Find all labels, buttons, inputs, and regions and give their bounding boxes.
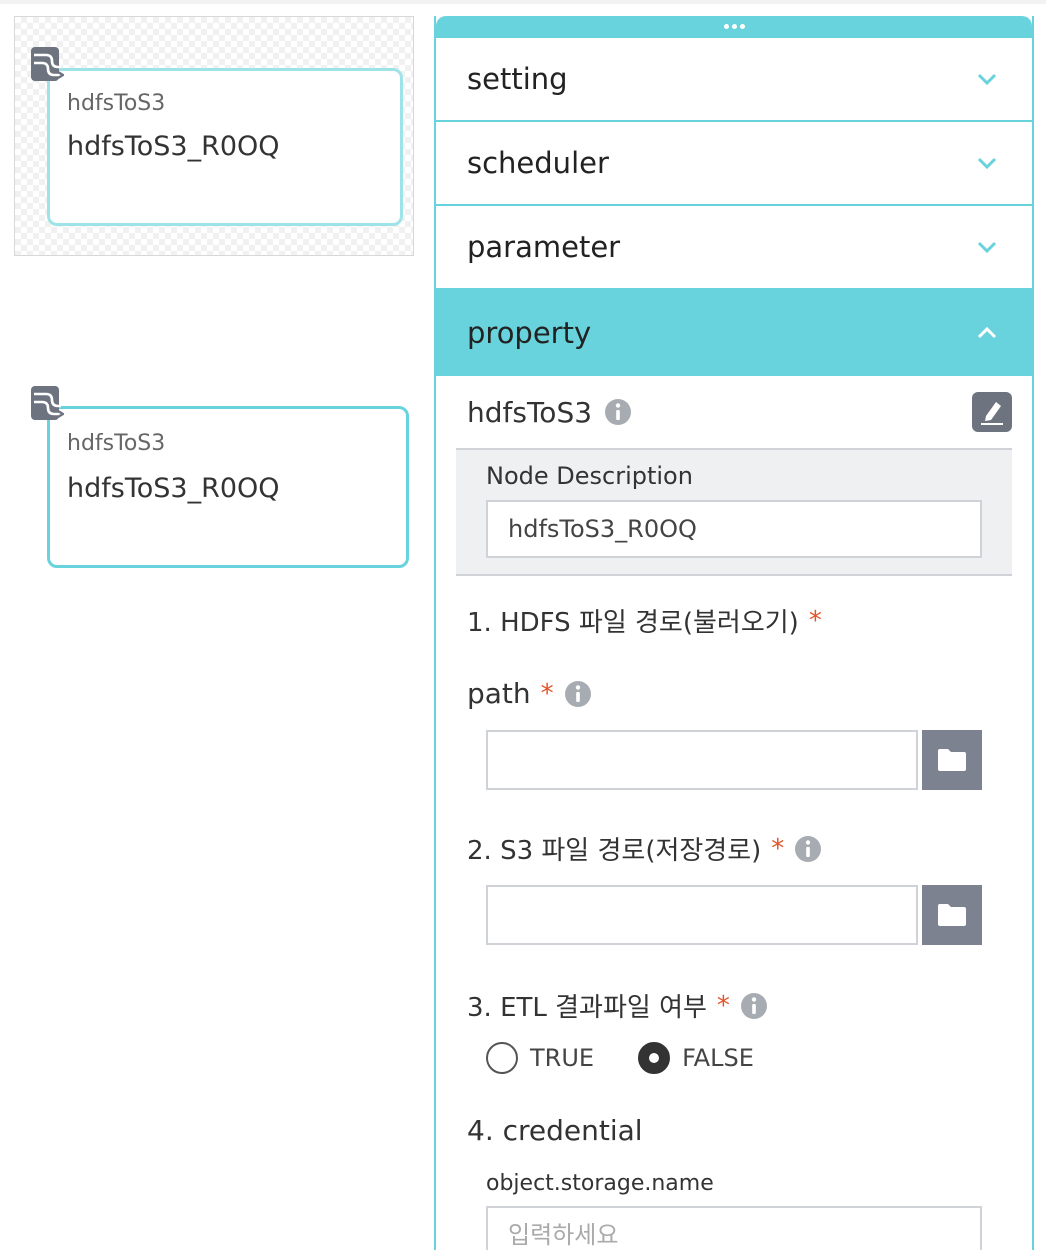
s3-path-row	[456, 885, 1012, 945]
hdfs-browse-button[interactable]	[922, 730, 982, 790]
required-mark: *	[716, 990, 730, 1021]
section-hdfs-path-text: 1. HDFS 파일 경로(불러오기)	[467, 608, 799, 638]
hdfs-path-row	[456, 730, 1012, 790]
accordion-setting-label: setting	[467, 62, 568, 96]
radio-true[interactable]: TRUE	[486, 1042, 594, 1074]
top-divider	[0, 0, 1046, 4]
info-icon[interactable]	[794, 835, 822, 863]
property-body: hdfsToS3 Node Description 1. HDFS 파일 경로(…	[436, 376, 1032, 1250]
s3-path-input[interactable]	[486, 885, 918, 945]
info-icon[interactable]	[740, 992, 768, 1020]
node-description-input[interactable]	[486, 500, 982, 558]
folder-icon	[938, 749, 966, 771]
node-description-label: Node Description	[486, 462, 693, 490]
section-s3-path-title: 2. S3 파일 경로(저장경로) *	[456, 830, 1012, 867]
transfer-icon	[31, 47, 64, 81]
accordion-parameter-label: parameter	[467, 230, 621, 264]
chevron-down-icon	[977, 241, 997, 254]
preview-node-type: hdfsToS3	[67, 91, 166, 116]
radio-false-label: FALSE	[682, 1044, 754, 1072]
section-etl-result-title: 3. ETL 결과파일 여부 *	[456, 987, 1012, 1024]
chevron-up-icon	[977, 326, 997, 339]
accordion-property-label: property	[467, 316, 592, 350]
panel-drag-handle[interactable]	[436, 16, 1032, 38]
radio-false-circle[interactable]	[638, 1042, 671, 1074]
accordion-setting[interactable]: setting	[436, 38, 1032, 122]
transfer-icon	[31, 386, 64, 420]
workflow-node-card[interactable]: hdfsToS3 hdfsToS3_R0OQ	[47, 406, 409, 568]
properties-panel: setting scheduler parameter property hdf…	[434, 16, 1034, 1250]
accordion-scheduler-label: scheduler	[467, 146, 609, 180]
radio-true-circle[interactable]	[486, 1042, 518, 1074]
accordion-parameter[interactable]: parameter	[436, 206, 1032, 290]
folder-icon	[938, 904, 966, 926]
info-icon[interactable]	[564, 680, 592, 708]
property-title: hdfsToS3	[467, 395, 593, 429]
path-label-text: path	[467, 677, 531, 710]
section-etl-result-text: 3. ETL 결과파일 여부	[467, 993, 707, 1023]
preview-node-card[interactable]: hdfsToS3 hdfsToS3_R0OQ	[47, 68, 403, 226]
accordion-property[interactable]: property	[436, 290, 1032, 376]
section-credential-title: 4. credential	[456, 1114, 1012, 1147]
s3-browse-button[interactable]	[922, 885, 982, 945]
required-mark: *	[808, 605, 822, 636]
pencil-icon	[981, 402, 1003, 425]
path-field-label: path *	[456, 677, 1012, 710]
accordion-scheduler[interactable]: scheduler	[436, 122, 1032, 206]
node-type-label: hdfsToS3	[67, 431, 166, 456]
property-header: hdfsToS3	[456, 376, 1012, 448]
required-mark: *	[771, 833, 785, 864]
required-mark: *	[540, 678, 554, 709]
section-credential-text: 4. credential	[467, 1114, 643, 1147]
object-storage-input[interactable]	[486, 1206, 982, 1250]
radio-false[interactable]: FALSE	[638, 1042, 754, 1074]
chevron-down-icon	[977, 157, 997, 170]
etl-result-radio-group: TRUE FALSE	[456, 1042, 1012, 1074]
node-name-label: hdfsToS3_R0OQ	[67, 473, 280, 504]
node-preview: hdfsToS3 hdfsToS3_R0OQ	[14, 16, 414, 256]
info-icon[interactable]	[604, 398, 632, 426]
edit-button[interactable]	[972, 392, 1012, 432]
chevron-down-icon	[977, 73, 997, 86]
object-storage-label: object.storage.name	[486, 1171, 714, 1196]
node-description-box: Node Description	[456, 448, 1012, 576]
radio-true-label: TRUE	[530, 1044, 595, 1072]
section-s3-path-text: 2. S3 파일 경로(저장경로)	[467, 836, 762, 866]
section-hdfs-path-title: 1. HDFS 파일 경로(불러오기) *	[456, 602, 1012, 639]
preview-node-name: hdfsToS3_R0OQ	[67, 131, 280, 162]
hdfs-path-input[interactable]	[486, 730, 918, 790]
